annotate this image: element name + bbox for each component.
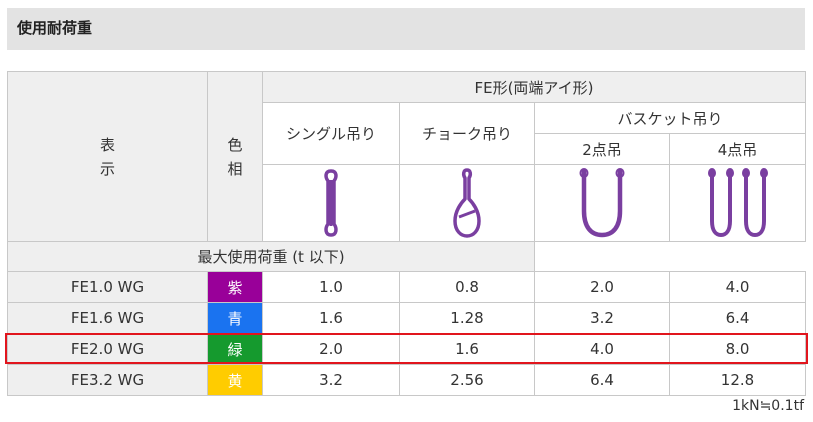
value-choke: 1.28	[399, 302, 535, 334]
table-row: FE1.6 WG 青 1.6 1.28 3.2 6.4	[7, 302, 806, 334]
row-name: FE1.0 WG	[7, 271, 208, 303]
header-basket-4: 4点吊	[669, 133, 806, 165]
value-basket-4: 8.0	[669, 333, 806, 365]
header-color: 色 相	[207, 71, 263, 242]
value-basket-2: 6.4	[534, 364, 670, 396]
table-row: FE3.2 WG 黄 3.2 2.56 6.4 12.8	[7, 364, 806, 396]
value-single: 3.2	[262, 364, 400, 396]
sling-basket-4-icon	[707, 168, 768, 238]
row-name: FE2.0 WG	[7, 333, 208, 365]
header-single: シングル吊り	[262, 102, 400, 165]
sling-choke-icon	[453, 168, 481, 238]
value-basket-4: 12.8	[669, 364, 806, 396]
load-table: 表 示 色 相 FE形(両端アイ形) シングル吊り チョーク吊り バスケット吊り…	[7, 71, 806, 396]
value-choke: 2.56	[399, 364, 535, 396]
value-single: 1.0	[262, 271, 400, 303]
value-basket-2: 4.0	[534, 333, 670, 365]
load-caption: 最大使用荷重 (t 以下)	[7, 241, 535, 272]
color-swatch: 黄	[207, 364, 263, 396]
color-swatch: 緑	[207, 333, 263, 365]
value-choke: 0.8	[399, 271, 535, 303]
sling-single-icon	[324, 169, 338, 237]
header-choke: チョーク吊り	[399, 102, 535, 165]
header-display-line1: 表	[99, 135, 115, 154]
row-name: FE3.2 WG	[7, 364, 208, 396]
sling-basket-2-icon	[579, 168, 625, 238]
header-basket-2: 2点吊	[534, 133, 670, 165]
cell-basket-2-illustration	[534, 164, 670, 242]
value-choke: 1.6	[399, 333, 535, 365]
table-row-highlighted: FE2.0 WG 緑 2.0 1.6 4.0 8.0	[7, 333, 806, 365]
header-color-line1: 色	[227, 135, 243, 154]
value-single: 2.0	[262, 333, 400, 365]
value-basket-2: 3.2	[534, 302, 670, 334]
table-row: FE1.0 WG 紫 1.0 0.8 2.0 4.0	[7, 271, 806, 303]
value-basket-2: 2.0	[534, 271, 670, 303]
cell-single-illustration	[262, 164, 400, 242]
header-fe-type: FE形(両端アイ形)	[262, 71, 806, 103]
value-single: 1.6	[262, 302, 400, 334]
header-basket: バスケット吊り	[534, 102, 806, 134]
cell-choke-illustration	[399, 164, 535, 242]
color-swatch: 青	[207, 302, 263, 334]
header-display: 表 示	[7, 71, 208, 242]
value-basket-4: 6.4	[669, 302, 806, 334]
row-name: FE1.6 WG	[7, 302, 208, 334]
value-basket-4: 4.0	[669, 271, 806, 303]
color-swatch: 紫	[207, 271, 263, 303]
section-title: 使用耐荷重	[7, 8, 805, 50]
cell-basket-4-illustration	[669, 164, 806, 242]
footnote: 1kN≒0.1tf	[732, 398, 804, 414]
header-display-line2: 示	[99, 159, 115, 178]
header-color-line2: 相	[227, 159, 243, 178]
